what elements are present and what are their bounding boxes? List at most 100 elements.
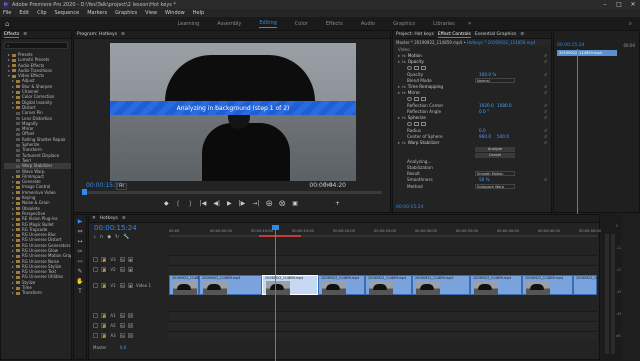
menu-clip[interactable]: Clip [37, 10, 46, 16]
source-patch-button[interactable] [93, 333, 98, 338]
reset-icon[interactable]: ↺ [544, 103, 547, 108]
source-patch-button[interactable] [93, 282, 98, 288]
hand-tool-icon[interactable]: ✋ [74, 278, 86, 285]
mute-button[interactable]: M [128, 333, 133, 338]
property-value[interactable]: 100.0 % [479, 72, 496, 77]
more-workspaces-icon[interactable]: » [468, 20, 472, 27]
effect-folder[interactable]: RG Universe Utilities [4, 274, 71, 279]
mini-timeline-clip[interactable]: 20190922_114859.mp4 [557, 50, 617, 56]
menu-view[interactable]: View [145, 10, 157, 16]
home-icon[interactable]: ⌂ [5, 20, 9, 28]
selection-tool-icon[interactable]: ▶ [74, 218, 86, 225]
reset-icon[interactable]: ↺ [544, 128, 547, 133]
add-marker-icon[interactable]: ◆ [107, 234, 111, 240]
timeline-timecode[interactable]: 00:00:15:24 [94, 224, 137, 232]
reset-icon[interactable]: ↺ [544, 140, 547, 145]
sequence-clip-label[interactable]: Hotkeys * 20190922_114859.mp4 [467, 40, 536, 45]
ellipse-mask-icon[interactable] [407, 65, 412, 70]
lock-track-icon[interactable]: 🔒 [101, 257, 106, 262]
reset-icon[interactable]: ↺ [544, 53, 547, 58]
close-sequence-icon[interactable]: ✕ [92, 216, 96, 221]
slip-tool-icon[interactable]: ⇿ [74, 258, 86, 265]
track-lane[interactable] [169, 311, 597, 320]
reset-icon[interactable]: ↺ [544, 115, 547, 120]
menu-file[interactable]: File [3, 10, 11, 16]
master-clip-label[interactable]: Master * 20190922_114859.mp4 [396, 40, 462, 45]
program-video-frame[interactable]: Analyzing in background (step 1 of 2) [110, 43, 356, 181]
sync-lock-icon[interactable]: ⇆ [120, 313, 125, 318]
reset-icon[interactable]: ↺ [544, 90, 547, 95]
nest-icon[interactable]: ⨟ [94, 234, 96, 240]
export-frame-icon[interactable]: ▣ [292, 200, 298, 207]
sync-lock-icon[interactable]: ⇆ [120, 323, 125, 328]
workspace-tab-audio[interactable]: Audio [361, 20, 375, 28]
fx-toggle-icon[interactable]: fx [402, 53, 406, 58]
pen-mask-icon[interactable] [421, 65, 426, 70]
lock-track-icon[interactable]: 🔒 [101, 313, 106, 318]
lock-track-icon[interactable]: 🔒 [101, 282, 106, 288]
time-ruler[interactable]: 00:00 00:00:05:00 00:00:10:00 00:00:15:00 00… [169, 227, 601, 237]
panel-menu-icon[interactable]: ≡ [121, 32, 125, 37]
expand-triangle-icon[interactable]: ▸ [398, 59, 400, 64]
workspace-tab-graphics[interactable]: Graphics [393, 20, 415, 28]
timeline-clip[interactable]: 20190922_114859.mp4 [412, 275, 470, 295]
ripple-edit-icon[interactable]: ↦ [74, 238, 86, 245]
menu-window[interactable]: Window [165, 10, 185, 16]
warp-cancel-button[interactable]: Cancel [475, 152, 515, 158]
master-volume[interactable]: 0.0 [120, 345, 126, 350]
menu-help[interactable]: Help [193, 10, 204, 16]
tab-effect-controls[interactable]: Effect Controls [437, 32, 471, 38]
zoom-level-select[interactable]: Fit [116, 183, 128, 190]
source-patch-button[interactable] [93, 267, 98, 272]
mark-in-icon[interactable]: ❲ [176, 200, 181, 207]
maximize-button[interactable]: □ [612, 1, 626, 8]
type-tool-icon[interactable]: T [74, 288, 86, 295]
timeline-clip[interactable]: 20190922_114859.mp4 [365, 275, 412, 295]
razor-tool-icon[interactable]: ✂ [74, 248, 86, 255]
workspace-tab-editing[interactable]: Editing [259, 19, 277, 28]
lift-icon[interactable]: ⨁ [266, 200, 272, 207]
mute-button[interactable]: M [128, 323, 133, 328]
property-value-2[interactable]: 540.0 [497, 134, 509, 139]
eye-icon[interactable]: ◉ [128, 282, 133, 288]
mute-button[interactable]: M [128, 313, 133, 318]
pen-tool-icon[interactable]: ✎ [74, 268, 86, 275]
property-dropdown[interactable]: Subspace Warp [475, 183, 515, 189]
menu-sequence[interactable]: Sequence [55, 10, 80, 16]
reset-icon[interactable]: ↺ [544, 109, 547, 114]
minimize-button[interactable]: – [598, 1, 612, 8]
pen-mask-icon[interactable] [421, 122, 426, 127]
work-area-bar[interactable] [169, 235, 597, 237]
play-icon[interactable]: ▶ [227, 200, 232, 207]
pen-mask-icon[interactable] [421, 97, 426, 102]
panel-menu-icon[interactable]: ≡ [23, 32, 27, 37]
warp-analyze-button[interactable]: Analyze [475, 146, 515, 152]
workspace-tab-color[interactable]: Color [295, 20, 308, 28]
timeline-clip[interactable]: 20190922_114859.mp4 [318, 275, 365, 295]
button-editor-icon[interactable]: + [335, 200, 340, 207]
track-name[interactable]: A1 [109, 313, 117, 318]
source-patch-button[interactable] [93, 313, 98, 318]
property-value[interactable]: 0.0 ° [479, 109, 489, 114]
mini-timeline-playhead[interactable] [577, 49, 578, 214]
property-dropdown[interactable]: Normal [475, 77, 515, 83]
workspace-tab-effects[interactable]: Effects [326, 20, 343, 28]
eye-icon[interactable]: ◉ [128, 257, 133, 262]
reset-icon[interactable]: ↺ [544, 177, 547, 182]
extract-icon[interactable]: ⨂ [279, 200, 285, 207]
step-back-icon[interactable]: ◀| [213, 200, 220, 207]
linked-selection-icon[interactable]: ↻ [115, 234, 119, 240]
rectangle-mask-icon[interactable] [414, 65, 419, 70]
menu-graphics[interactable]: Graphics [115, 10, 137, 16]
effects-tab[interactable]: Effects [4, 32, 20, 38]
track-name[interactable]: V3 [109, 257, 117, 262]
settings-wrench-icon[interactable]: 🔧 [123, 234, 129, 240]
expand-triangle-icon[interactable]: ▸ [398, 90, 400, 95]
search-icon[interactable]: ⌕ [629, 20, 632, 28]
reset-icon[interactable]: ↺ [544, 72, 547, 77]
lock-track-icon[interactable]: 🔒 [101, 323, 106, 328]
rectangle-mask-icon[interactable] [414, 97, 419, 102]
track-name[interactable]: V2 [109, 267, 117, 272]
property-dropdown[interactable]: Smooth Motion [475, 171, 515, 177]
fx-toggle-icon[interactable]: fx [402, 84, 406, 89]
